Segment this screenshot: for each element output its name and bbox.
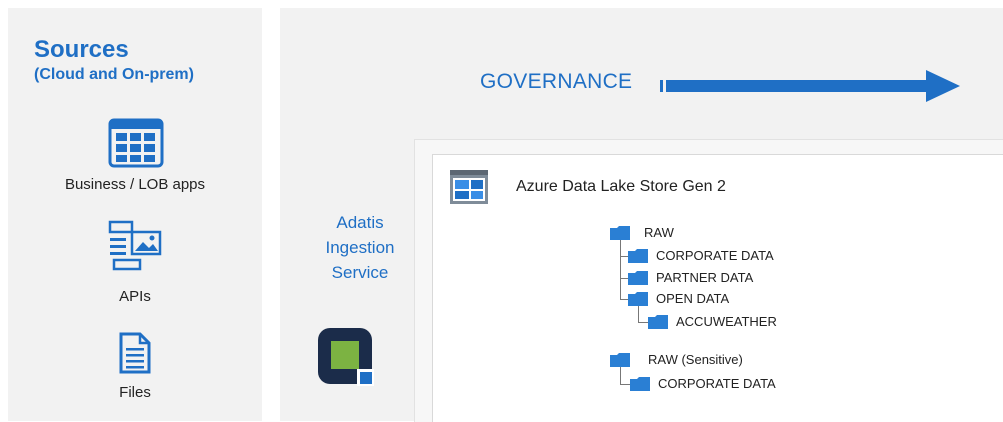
tree-connector	[620, 278, 628, 279]
sources-subtitle: (Cloud and On-prem)	[34, 66, 194, 83]
tree-connector	[638, 304, 639, 322]
sources-title: Sources	[34, 36, 129, 63]
source-label-files: Files	[119, 384, 151, 401]
tree-connector	[620, 256, 628, 257]
folder-icon	[610, 226, 630, 240]
data-lake-store-icon	[450, 170, 488, 204]
ingestion-service-label: Adatis Ingestion Service	[325, 213, 395, 282]
tree-item-corporate-data: CORPORATE DATA	[656, 248, 774, 263]
app-grid-icon	[108, 118, 164, 168]
tree-item-partner-data: PARTNER DATA	[656, 270, 754, 285]
sources-panel: Sources (Cloud and On-prem) Business / L…	[8, 8, 262, 421]
tree-connector	[638, 322, 648, 323]
folder-icon	[628, 271, 648, 285]
tree-connector	[620, 384, 630, 385]
adatis-logo-icon	[318, 328, 374, 386]
governance-arrow-icon	[660, 70, 960, 102]
tree-connector	[620, 367, 621, 384]
tree-item-corporate-data-sensitive: CORPORATE DATA	[658, 376, 776, 391]
tree-item-raw-sensitive: RAW (Sensitive)	[648, 352, 743, 367]
tree-item-accuweather: ACCUWEATHER	[676, 314, 777, 329]
source-label-business-apps: Business / LOB apps	[64, 176, 206, 193]
folder-icon	[648, 315, 668, 329]
api-icon	[108, 220, 162, 271]
governance-label: GOVERNANCE	[480, 70, 633, 93]
tree-item-raw: RAW	[644, 225, 674, 240]
folder-icon	[628, 249, 648, 263]
folder-icon	[628, 292, 648, 306]
tree-item-open-data: OPEN DATA	[656, 291, 730, 306]
tree-connector	[620, 299, 628, 300]
source-label-apis: APIs	[119, 288, 151, 305]
folder-icon	[630, 377, 650, 391]
document-icon	[119, 332, 151, 374]
data-lake-title: Azure Data Lake Store Gen 2	[516, 178, 726, 195]
tree-connector	[620, 237, 621, 300]
folder-icon	[610, 353, 630, 367]
